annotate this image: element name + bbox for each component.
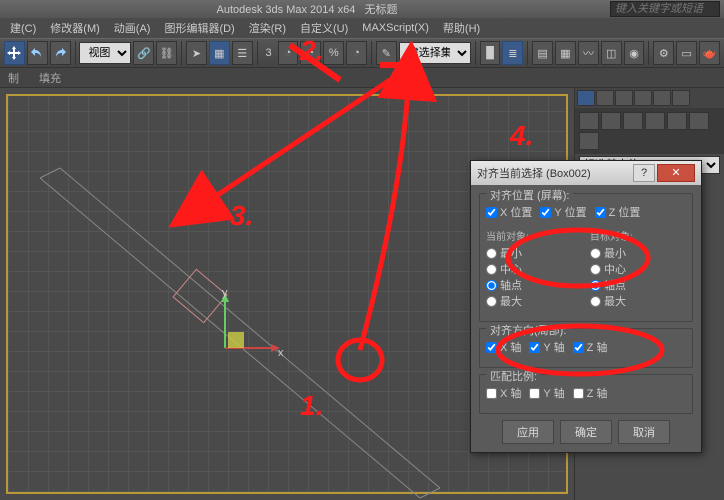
check-x-position[interactable]: X 位置	[486, 204, 532, 220]
ok-button[interactable]: 确定	[560, 420, 612, 444]
render-icon[interactable]: 🫖	[699, 41, 720, 65]
group-title-position: 对齐位置 (屏幕):	[486, 187, 573, 203]
menu-maxscript[interactable]: MAXScript(X)	[356, 20, 435, 36]
tab-motion-icon[interactable]	[634, 90, 652, 106]
group-match-scale: 匹配比例: X 轴 Y 轴 Z 轴	[479, 374, 693, 414]
tab-modify-icon[interactable]	[596, 90, 614, 106]
radio-cur-center[interactable]: 中心	[486, 261, 582, 277]
cat-systems-icon[interactable]	[579, 132, 599, 150]
label-target-object: 目标对象:	[590, 228, 686, 243]
rendered-frame-icon[interactable]: ▭	[676, 41, 697, 65]
group-align-position: 对齐位置 (屏幕): X 位置 Y 位置 Z 位置 当前对象: 最小 中心 轴点…	[479, 193, 693, 322]
select-move-icon[interactable]	[4, 41, 25, 65]
named-selection-dropdown[interactable]: 建选择集	[399, 42, 471, 64]
check-scale-x[interactable]: X 轴	[486, 385, 521, 401]
group-title-scale: 匹配比例:	[486, 368, 541, 384]
radio-cur-pivot[interactable]: 轴点	[486, 277, 582, 293]
select-by-name-icon[interactable]: ☰	[232, 41, 253, 65]
app-title: Autodesk 3ds Max 2014 x64 无标题	[4, 1, 610, 17]
redo-icon[interactable]	[50, 41, 71, 65]
spinner-snap-icon[interactable]: ◔	[346, 41, 367, 65]
check-z-position[interactable]: Z 位置	[595, 204, 641, 220]
cat-shapes-icon[interactable]	[601, 112, 621, 130]
mirror-icon[interactable]: ▐▌	[480, 41, 501, 65]
render-setup-icon[interactable]: ⚙	[653, 41, 674, 65]
edit-named-sel-icon[interactable]: ✎	[376, 41, 397, 65]
check-scale-y[interactable]: Y 轴	[529, 385, 564, 401]
align-dialog: 对齐当前选择 (Box002) ? ✕ 对齐位置 (屏幕): X 位置 Y 位置…	[470, 160, 702, 453]
material-editor-icon[interactable]: ◉	[624, 41, 645, 65]
cat-space-warps-icon[interactable]	[689, 112, 709, 130]
create-category-row	[575, 108, 724, 154]
radio-tgt-max[interactable]: 最大	[590, 293, 686, 309]
reference-coord-dropdown[interactable]: 视图	[79, 42, 131, 64]
curve-editor-icon[interactable]: 〰	[578, 41, 599, 65]
menu-graph-editors[interactable]: 图形编辑器(D)	[158, 18, 240, 38]
ribbon-item-b[interactable]: 填充	[39, 70, 61, 86]
tab-utilities-icon[interactable]	[672, 90, 690, 106]
link-icon[interactable]: 🔗	[133, 41, 154, 65]
radio-cur-max[interactable]: 最大	[486, 293, 582, 309]
radio-tgt-pivot[interactable]: 轴点	[590, 277, 686, 293]
cancel-button[interactable]: 取消	[618, 420, 670, 444]
apply-button[interactable]: 应用	[502, 420, 554, 444]
dialog-close-button[interactable]: ✕	[657, 164, 695, 182]
spinner-label: 3	[261, 47, 275, 59]
cat-lights-icon[interactable]	[623, 112, 643, 130]
title-bar: Autodesk 3ds Max 2014 x64 无标题	[0, 0, 724, 18]
check-scale-z[interactable]: Z 轴	[573, 385, 608, 401]
radio-tgt-min[interactable]: 最小	[590, 245, 686, 261]
angle-snap-icon[interactable]: ◔	[300, 41, 321, 65]
main-toolbar: 视图 🔗 ⛓ ➤ ▦ ☰ 3 ◔ ◔ % ◔ ✎ 建选择集 ▐▌ ≣ ▤ ▦ 〰…	[0, 38, 724, 68]
cat-helpers-icon[interactable]	[667, 112, 687, 130]
layers-icon[interactable]: ▤	[532, 41, 553, 65]
menu-bar: 建(C) 修改器(M) 动画(A) 图形编辑器(D) 渲染(R) 自定义(U) …	[0, 18, 724, 38]
ribbon-item-a[interactable]: 制	[8, 70, 19, 86]
undo-icon[interactable]	[27, 41, 48, 65]
radio-cur-min[interactable]: 最小	[486, 245, 582, 261]
menu-animation[interactable]: 动画(A)	[108, 18, 157, 38]
menu-rendering[interactable]: 渲染(R)	[243, 18, 292, 38]
group-title-orientation: 对齐方向(局部):	[486, 322, 570, 338]
snap-toggle-icon[interactable]: ◔	[278, 41, 299, 65]
menu-modifier[interactable]: 修改器(M)	[44, 18, 106, 38]
menu-help[interactable]: 帮助(H)	[437, 18, 486, 38]
cat-cameras-icon[interactable]	[645, 112, 665, 130]
search-input[interactable]	[610, 1, 720, 17]
group-align-orientation: 对齐方向(局部): X 轴 Y 轴 Z 轴	[479, 328, 693, 368]
align-icon[interactable]: ≣	[502, 41, 523, 65]
unlink-icon[interactable]: ⛓	[156, 41, 177, 65]
command-panel-tabs	[575, 88, 724, 108]
select-region-icon[interactable]: ▦	[209, 41, 230, 65]
graphite-icon[interactable]: ▦	[555, 41, 576, 65]
ribbon-bar: 制 填充	[0, 68, 724, 88]
label-current-object: 当前对象:	[486, 228, 582, 243]
menu-customize[interactable]: 自定义(U)	[294, 18, 354, 38]
check-orient-z[interactable]: Z 轴	[573, 339, 608, 355]
dialog-title: 对齐当前选择 (Box002)	[477, 165, 633, 181]
check-orient-y[interactable]: Y 轴	[529, 339, 564, 355]
check-orient-x[interactable]: X 轴	[486, 339, 521, 355]
select-icon[interactable]: ➤	[186, 41, 207, 65]
cat-geometry-icon[interactable]	[579, 112, 599, 130]
menu-create[interactable]: 建(C)	[4, 18, 42, 38]
dialog-titlebar[interactable]: 对齐当前选择 (Box002) ? ✕	[471, 161, 701, 185]
check-y-position[interactable]: Y 位置	[540, 204, 586, 220]
dialog-help-button[interactable]: ?	[633, 164, 655, 182]
percent-snap-icon[interactable]: %	[323, 41, 344, 65]
tab-display-icon[interactable]	[653, 90, 671, 106]
tab-create-icon[interactable]	[577, 90, 595, 106]
radio-tgt-center[interactable]: 中心	[590, 261, 686, 277]
tab-hierarchy-icon[interactable]	[615, 90, 633, 106]
schematic-icon[interactable]: ◫	[601, 41, 622, 65]
